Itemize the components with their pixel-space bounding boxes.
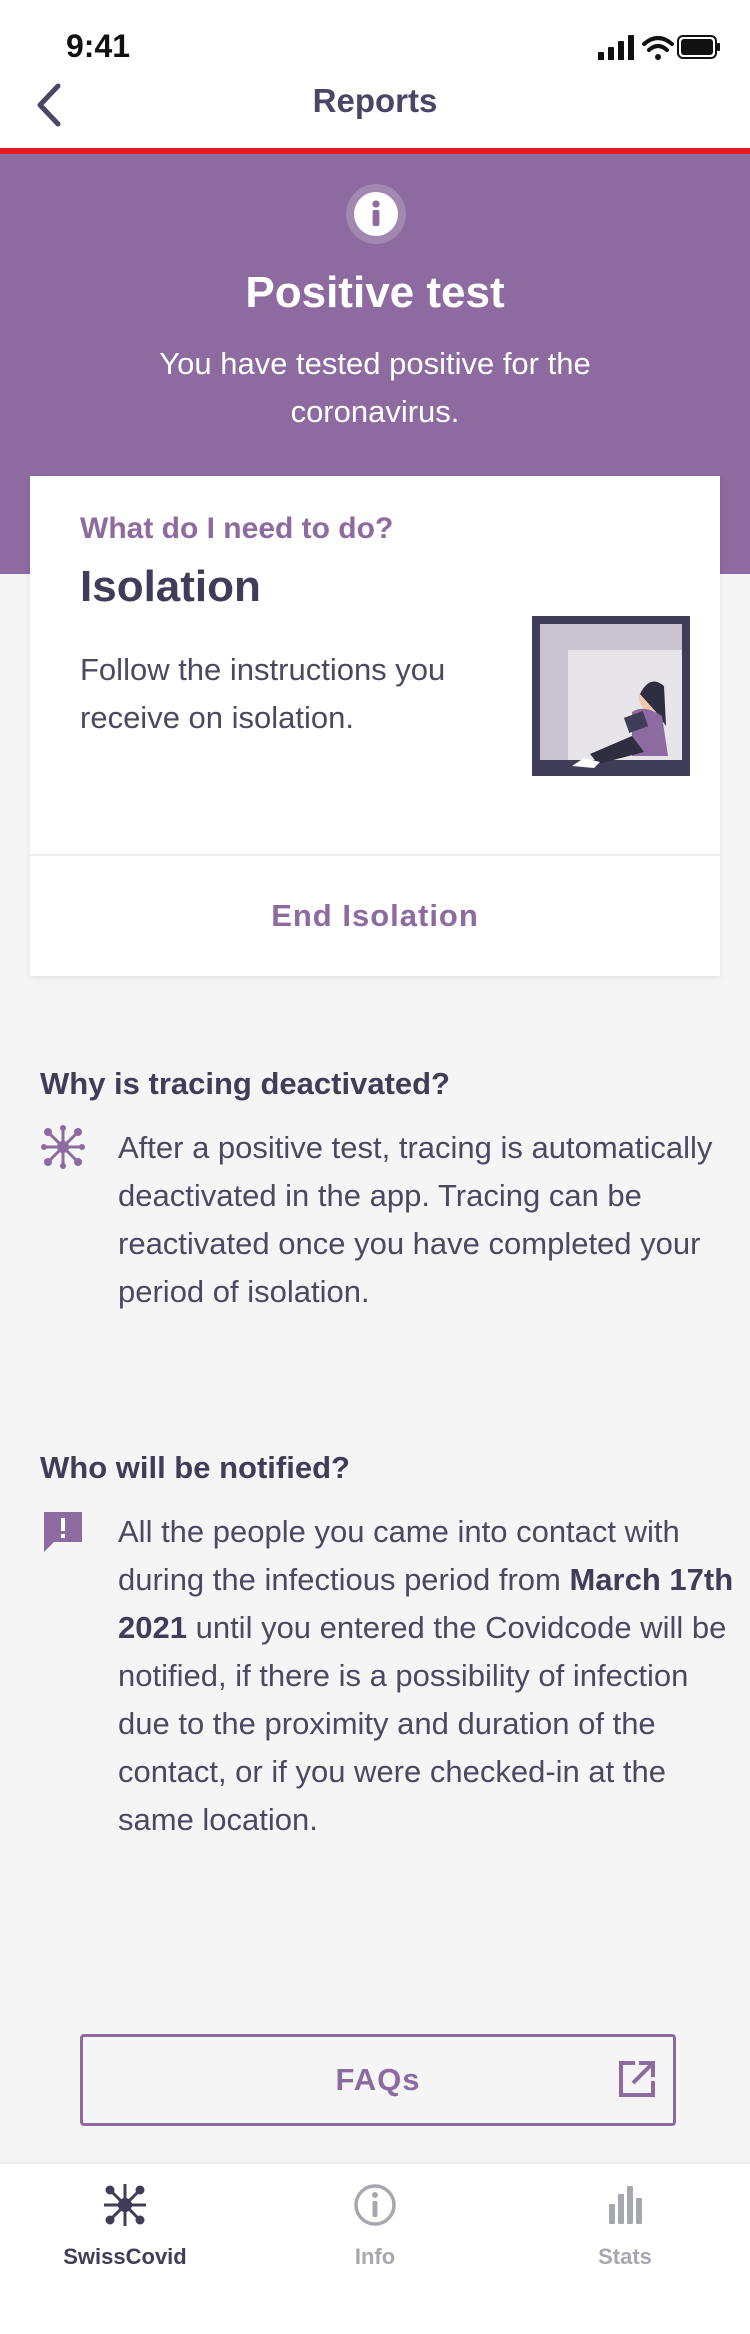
tracing-section: Why is tracing deactivated? After a posi… bbox=[40, 1066, 720, 1366]
isolation-card: What do I need to do? Isolation Follow t… bbox=[30, 476, 720, 976]
tab-stats[interactable]: Stats bbox=[500, 2180, 750, 2300]
notified-section: Who will be notified? All the people you… bbox=[40, 1450, 733, 1910]
external-link-icon bbox=[619, 2061, 655, 2097]
notified-body: All the people you came into contact wit… bbox=[118, 1508, 738, 1844]
tracing-body: After a positive test, tracing is automa… bbox=[118, 1130, 713, 1309]
tab-label-stats: Stats bbox=[598, 2244, 652, 2269]
card-title: Isolation bbox=[80, 562, 261, 611]
faq-button[interactable]: FAQs bbox=[80, 2034, 676, 2126]
tab-swisscovid[interactable]: SwissCovid bbox=[0, 2180, 250, 2300]
card-text: Follow the instructions you receive on i… bbox=[80, 652, 446, 735]
info-icon bbox=[346, 184, 406, 244]
page-title: Reports bbox=[312, 82, 438, 119]
card-kicker: What do I need to do? bbox=[80, 512, 394, 545]
swisscovid-icon bbox=[104, 2184, 146, 2226]
info-icon bbox=[354, 2184, 396, 2226]
end-isolation-button[interactable]: End Isolation bbox=[30, 856, 720, 976]
tab-info[interactable]: Info bbox=[250, 2180, 500, 2300]
tab-label-swisscovid: SwissCovid bbox=[63, 2244, 187, 2269]
faq-label: FAQs bbox=[335, 2062, 421, 2097]
notified-body-end: until you entered the Covidcode will be … bbox=[118, 1610, 727, 1837]
hero-subtitle: You have tested positive for the coronav… bbox=[159, 346, 591, 429]
battery-icon bbox=[677, 35, 720, 59]
wifi-icon bbox=[642, 36, 674, 60]
stats-icon bbox=[609, 2186, 642, 2224]
notified-title: Who will be notified? bbox=[40, 1450, 350, 1485]
isolation-illustration bbox=[532, 616, 690, 776]
status-icons bbox=[598, 35, 720, 62]
hero-title: Positive test bbox=[245, 268, 505, 317]
tab-label-info: Info bbox=[354, 2244, 396, 2269]
tracing-network-icon bbox=[41, 1125, 85, 1169]
tracing-title: Why is tracing deactivated? bbox=[40, 1066, 450, 1101]
cellular-signal-icon bbox=[598, 35, 634, 62]
navigation-bar: Reports bbox=[0, 60, 750, 148]
tab-bar: SwissCovid Info Stats bbox=[0, 2162, 750, 2334]
message-alert-icon bbox=[44, 1512, 82, 1552]
